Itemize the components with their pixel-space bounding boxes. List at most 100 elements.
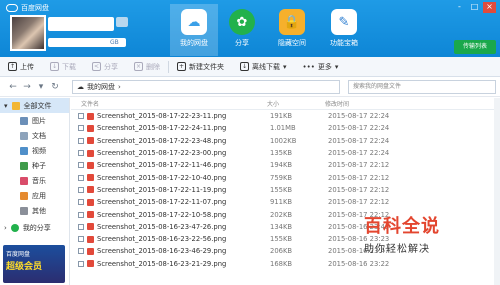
nav-share[interactable]: ✿ 分享 bbox=[218, 4, 266, 56]
minimize-button[interactable]: - bbox=[453, 2, 466, 13]
sidebar-item-torrents[interactable]: 种子 bbox=[0, 158, 69, 173]
row-checkbox[interactable] bbox=[78, 248, 84, 255]
share-button[interactable]: < 分享 bbox=[84, 59, 126, 75]
file-date: 2015-08-17 22:12 bbox=[328, 198, 390, 207]
download-button[interactable]: ↓ 下载 bbox=[42, 59, 84, 75]
sidebar-item-label: 文档 bbox=[32, 131, 46, 140]
chevron-right-icon: › bbox=[4, 223, 7, 232]
file-size: 202KB bbox=[270, 210, 293, 219]
cloud-logo-icon bbox=[6, 4, 18, 12]
file-name: Screenshot_2015-08-17-22-10-58.png bbox=[97, 210, 227, 219]
nav-my-disk[interactable]: ☁ 我的网盘 bbox=[170, 4, 218, 56]
breadcrumb[interactable]: ☁ 我的网盘 › bbox=[72, 80, 340, 94]
file-date: 2015-08-17 22:24 bbox=[328, 149, 390, 158]
watermark: 百科全说 助你轻松解决 bbox=[364, 212, 440, 255]
download-icon: ↓ bbox=[50, 62, 59, 71]
more-button[interactable]: ••• 更多 ▾ bbox=[295, 59, 347, 75]
vip-icon[interactable] bbox=[116, 17, 128, 27]
table-row[interactable]: Screenshot_2015-08-17-22-23-00.png 135KB 2… bbox=[71, 147, 500, 159]
sidebar-item-videos[interactable]: 视频 bbox=[0, 143, 69, 158]
sidebar-item-label: 种子 bbox=[32, 161, 46, 170]
other-icon bbox=[20, 206, 28, 215]
upload-button[interactable]: ↑ 上传 bbox=[0, 59, 42, 75]
new-folder-button[interactable]: + 新建文件夹 bbox=[169, 59, 232, 75]
delete-button[interactable]: × 删除 bbox=[126, 59, 168, 75]
image-file-icon bbox=[87, 124, 94, 132]
sidebar-item-music[interactable]: 音乐 bbox=[0, 173, 69, 188]
more-label: 更多 bbox=[317, 62, 332, 71]
file-name: Screenshot_2015-08-17-22-10-40.png bbox=[97, 173, 227, 182]
chevron-down-icon: ▾ bbox=[4, 101, 8, 110]
row-checkbox[interactable] bbox=[78, 137, 84, 144]
image-file-icon bbox=[87, 149, 94, 157]
table-row[interactable]: Screenshot_2015-08-17-22-23-48.png 1002KB… bbox=[71, 135, 500, 147]
nav-hidden-space[interactable]: 🔒 隐藏空间 bbox=[268, 4, 316, 56]
refresh-icon[interactable]: ↻ bbox=[48, 82, 62, 92]
video-icon bbox=[20, 146, 28, 155]
file-name: Screenshot_2015-08-17-22-23-48.png bbox=[97, 136, 227, 145]
row-checkbox[interactable] bbox=[78, 260, 84, 267]
column-name[interactable]: 文件名 bbox=[71, 99, 267, 108]
table-row[interactable]: Screenshot_2015-08-17-22-11-46.png 194KB 2… bbox=[71, 159, 500, 171]
table-row[interactable]: Screenshot_2015-08-16-23-21-29.png 168KB 2… bbox=[71, 258, 500, 270]
sidebar-item-documents[interactable]: 文档 bbox=[0, 128, 69, 143]
row-checkbox[interactable] bbox=[78, 113, 84, 120]
address-bar: ← → ▾ ↻ ☁ 我的网盘 › 搜索我的网盘文件 bbox=[0, 78, 500, 97]
file-date: 2015-08-16 23:22 bbox=[328, 259, 390, 268]
file-date: 2015-08-17 22:24 bbox=[328, 112, 390, 121]
share-small-icon bbox=[10, 223, 19, 232]
file-size: 134KB bbox=[270, 222, 293, 231]
offline-download-button[interactable]: ↓ 离线下载 ▾ bbox=[232, 59, 295, 75]
sidebar-item-pictures[interactable]: 图片 bbox=[0, 113, 69, 128]
transfer-list-button[interactable]: 传输列表 bbox=[454, 40, 496, 54]
row-checkbox[interactable] bbox=[78, 125, 84, 132]
sidebar-item-label: 图片 bbox=[32, 116, 46, 125]
sidebar-item-my-share[interactable]: › 我的分享 bbox=[0, 220, 69, 235]
document-icon bbox=[20, 131, 28, 140]
baidu-netdisk-window: 百度网盘 - □ × GB ☁ 我的网盘 ✿ 分享 🔒 隐藏空间 ✎ 功能宝箱 传输列表… bbox=[0, 0, 500, 285]
top-bar: 百度网盘 - □ × GB ☁ 我的网盘 ✿ 分享 🔒 隐藏空间 ✎ 功能宝箱 传输列表 bbox=[0, 0, 500, 57]
row-checkbox[interactable] bbox=[78, 186, 84, 193]
delete-label: 删除 bbox=[146, 62, 160, 71]
row-checkbox[interactable] bbox=[78, 174, 84, 181]
row-checkbox[interactable] bbox=[78, 211, 84, 218]
table-row[interactable]: Screenshot_2015-08-17-22-11-07.png 911KB 2… bbox=[71, 196, 500, 208]
column-size[interactable]: 大小 bbox=[267, 99, 325, 108]
search-input[interactable]: 搜索我的网盘文件 bbox=[348, 80, 496, 94]
bt-icon bbox=[20, 161, 28, 170]
toolbox-icon: ✎ bbox=[331, 9, 357, 35]
row-checkbox[interactable] bbox=[78, 199, 84, 206]
scrollbar[interactable] bbox=[494, 98, 500, 285]
watermark-subtitle: 助你轻松解决 bbox=[364, 244, 430, 255]
sidebar: ▾ 全部文件 图片 文档 视频 种子 音乐 应用 其他 › 我的分享 百度网盘 超级会… bbox=[0, 98, 70, 285]
row-checkbox[interactable] bbox=[78, 223, 84, 230]
back-arrow-icon[interactable]: ← bbox=[6, 82, 20, 92]
table-row[interactable]: Screenshot_2015-08-17-22-10-40.png 759KB 2… bbox=[71, 171, 500, 183]
sidebar-item-apps[interactable]: 应用 bbox=[0, 188, 69, 203]
file-size: 135KB bbox=[270, 149, 293, 158]
nav-toolbox[interactable]: ✎ 功能宝箱 bbox=[320, 4, 368, 56]
chevron-down-icon: ▾ bbox=[283, 62, 287, 71]
maximize-button[interactable]: □ bbox=[468, 2, 481, 13]
row-checkbox[interactable] bbox=[78, 150, 84, 157]
sidebar-item-other[interactable]: 其他 bbox=[0, 203, 69, 218]
cloud-small-icon: ☁ bbox=[77, 83, 84, 91]
promo-banner[interactable]: 百度网盘 超级会员 bbox=[3, 245, 65, 283]
table-row[interactable]: Screenshot_2015-08-17-22-11-19.png 155KB 2… bbox=[71, 184, 500, 196]
table-row[interactable]: Screenshot_2015-08-17-22-23-11.png 191KB 2… bbox=[71, 110, 500, 122]
chevron-down-icon[interactable]: ▾ bbox=[34, 82, 48, 92]
close-button[interactable]: × bbox=[483, 2, 496, 13]
column-date[interactable]: 修改时间 bbox=[325, 99, 445, 108]
avatar[interactable] bbox=[10, 15, 46, 51]
forward-arrow-icon[interactable]: → bbox=[20, 82, 34, 92]
image-file-icon bbox=[87, 211, 94, 219]
share-label: 分享 bbox=[104, 62, 118, 71]
more-icon: ••• bbox=[302, 62, 315, 71]
file-date: 2015-08-17 22:12 bbox=[328, 161, 390, 170]
row-checkbox[interactable] bbox=[78, 236, 84, 243]
row-checkbox[interactable] bbox=[78, 162, 84, 169]
sidebar-item-all-files[interactable]: ▾ 全部文件 bbox=[0, 98, 69, 113]
file-date: 2015-08-17 22:24 bbox=[328, 124, 390, 133]
file-size: 1002KB bbox=[270, 136, 297, 145]
table-row[interactable]: Screenshot_2015-08-17-22-24-11.png 1.01MB… bbox=[71, 122, 500, 134]
